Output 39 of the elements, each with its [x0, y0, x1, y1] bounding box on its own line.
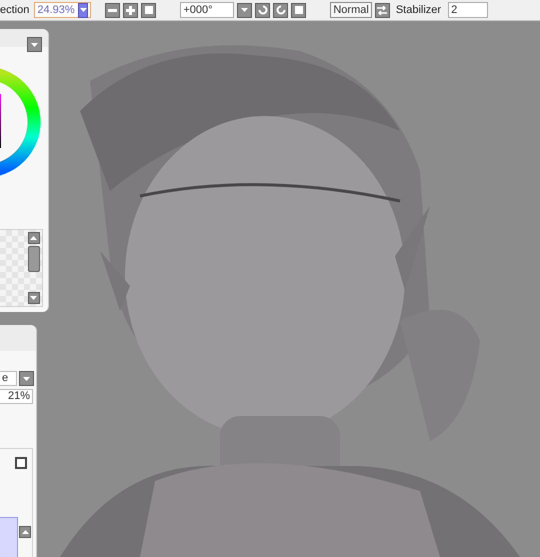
caret-icon [31, 42, 38, 46]
scroll-up-button[interactable] [19, 526, 31, 538]
angle-field[interactable]: +000° [180, 2, 234, 18]
scroll-up-button[interactable] [28, 232, 40, 244]
caret-icon [30, 296, 37, 300]
swatch-grid[interactable] [0, 229, 43, 307]
blend-mode-dropdown[interactable]: e [0, 371, 17, 386]
dropdown-button[interactable] [19, 371, 34, 386]
caret-icon [23, 376, 30, 380]
flip-button[interactable] [374, 2, 390, 18]
rotate-left-button[interactable] [255, 2, 270, 18]
new-layer-icon[interactable] [15, 457, 27, 469]
dropdown-button[interactable] [237, 2, 252, 18]
zoom-field[interactable]: 24.93% [34, 2, 92, 18]
zoom-in-button[interactable] [123, 2, 138, 18]
scrollbar-thumb[interactable] [28, 246, 40, 272]
caret-up-icon [30, 236, 37, 240]
minus-icon [108, 8, 118, 12]
dropdown-button[interactable] [27, 37, 42, 52]
square-icon [144, 6, 153, 14]
stabilizer-label: Stabilizer [396, 4, 442, 16]
blend-mode-button[interactable]: Normal [330, 2, 372, 18]
reset-rotation-button[interactable] [291, 2, 306, 18]
rotate-icon [276, 5, 286, 15]
square-icon [294, 6, 303, 14]
zoom-out-button[interactable] [105, 2, 120, 18]
reset-zoom-button[interactable] [141, 2, 156, 18]
opacity-field[interactable]: 21% [0, 389, 33, 404]
rotate-right-button[interactable] [273, 2, 288, 18]
zoom-label: ection [0, 4, 30, 16]
stabilizer-field[interactable]: 2 [448, 2, 488, 18]
rotate-icon [258, 5, 268, 15]
caret-icon [80, 8, 87, 12]
caret-icon [241, 8, 248, 12]
plus-icon [126, 6, 136, 14]
swap-arrows-icon [377, 6, 388, 14]
caret-up-icon [22, 530, 28, 534]
scroll-down-button[interactable] [28, 292, 40, 304]
dropdown-button[interactable] [78, 2, 88, 18]
